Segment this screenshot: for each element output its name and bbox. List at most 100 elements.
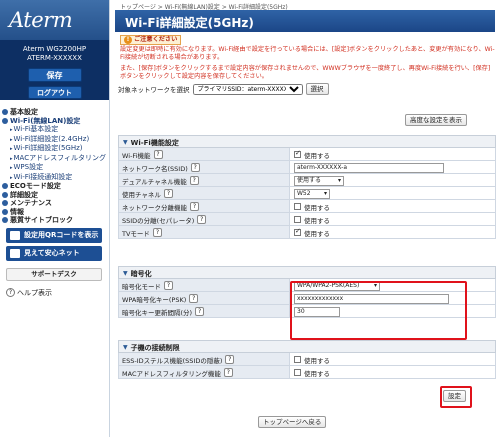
help-link[interactable]: ? ヘルプ表示 bbox=[6, 288, 109, 298]
collapse-icon: ▼ bbox=[123, 139, 128, 146]
advanced-settings-button[interactable]: 高度な設定を表示 bbox=[405, 114, 467, 126]
device-info: Aterm WG2200HP ATERM-XXXXXX 保存 ログアウト bbox=[0, 40, 109, 100]
support-desk-button[interactable]: サポートデスク bbox=[6, 267, 102, 281]
checkbox[interactable] bbox=[294, 356, 301, 363]
row-label: WPA暗号化キー(PSK)? bbox=[118, 292, 290, 304]
row-label: ネットワーク分離機能? bbox=[118, 200, 290, 212]
sidebar-item-6[interactable]: WPS設定 bbox=[2, 163, 109, 173]
logout-button[interactable]: ログアウト bbox=[27, 86, 82, 99]
help-icon[interactable]: ? bbox=[189, 294, 199, 303]
help-icon[interactable]: ? bbox=[153, 150, 163, 159]
sidebar-item-8[interactable]: ECOモード設定 bbox=[2, 182, 109, 191]
row-label-text: TVモード bbox=[122, 230, 150, 238]
checkbox[interactable] bbox=[294, 203, 301, 210]
row-label-text: 使用チャネル bbox=[122, 191, 161, 199]
row-label: デュアルチャネル機能? bbox=[118, 174, 290, 186]
help-icon[interactable]: ? bbox=[195, 307, 205, 316]
row-label-text: デュアルチャネル機能 bbox=[122, 178, 187, 186]
sidebar-item-5[interactable]: MACアドレスフィルタリング bbox=[2, 154, 109, 164]
breadcrumb: トップページ > Wi-Fi(無線LAN)設定 > Wi-Fi詳細設定(5GHz… bbox=[120, 4, 288, 11]
sidebar-nav: 基本設定Wi-Fi(無線LAN)設定Wi-Fi基本設定 Wi-Fi詳細設定(2.4… bbox=[0, 100, 109, 225]
wifi_section-row: ネットワーク名(SSID)? aterm-XXXXXX-a bbox=[118, 161, 496, 174]
child_section-row: MACアドレスフィルタリング機能? 使用する bbox=[118, 366, 496, 379]
notice-heading-text: ご注意ください bbox=[134, 36, 178, 43]
row-label: 使用チャネル? bbox=[118, 187, 290, 199]
sidebar-item-label: Wi-Fi接続通知設定 bbox=[10, 173, 72, 181]
notice-box: ! ご注意ください 設定変更は即時に有効になります。Wi-Fi経由で設定を行ってい… bbox=[116, 35, 496, 81]
row-label: 暗号化キー更新間隔(分)? bbox=[118, 305, 290, 317]
bullet-icon bbox=[2, 117, 8, 124]
help-icon[interactable]: ? bbox=[164, 281, 173, 290]
wifi_section-row: Wi-Fi機能? 使用する bbox=[118, 148, 496, 161]
sidebar-item-label: 基本設定 bbox=[10, 108, 38, 116]
sidebar-item-3[interactable]: Wi-Fi詳細設定(2.4GHz) bbox=[2, 135, 109, 145]
sidebar-item-label: 詳細設定 bbox=[10, 190, 38, 199]
sidebar: Aterm Aterm WG2200HP ATERM-XXXXXX 保存 ログア… bbox=[0, 0, 110, 437]
row-label: MACアドレスフィルタリング機能? bbox=[118, 366, 290, 378]
row-value: 使用する bbox=[290, 366, 496, 378]
qr-code-button-label: 設定用QRコードを表示 bbox=[24, 231, 99, 239]
target-network-select[interactable]: プライマリSSID：aterm-XXXXXX-a bbox=[192, 83, 303, 95]
checkbox[interactable] bbox=[294, 369, 301, 376]
qr-code-button[interactable]: 設定用QRコードを表示 bbox=[6, 227, 102, 243]
select-field[interactable]: W52 ▾ bbox=[294, 188, 330, 199]
row-label-text: 暗号化キー更新間隔(分) bbox=[122, 309, 193, 317]
sidebar-item-1[interactable]: Wi-Fi(無線LAN)設定 bbox=[2, 117, 109, 126]
aterm-logo: Aterm bbox=[0, 0, 109, 40]
wifi_section-row: 使用チャネル? W52 ▾ bbox=[118, 187, 496, 200]
sidebar-item-label: MACアドレスフィルタリング bbox=[10, 154, 106, 162]
sidebar-save-button[interactable]: 保存 bbox=[27, 68, 82, 82]
child-section: ▼ 子機の接続制限 ESS-IDステルス機能(SSIDの隠蔽)? 使用する MACアド… bbox=[118, 340, 496, 379]
help-link-label: ヘルプ表示 bbox=[17, 288, 52, 297]
checkbox[interactable] bbox=[294, 227, 301, 236]
sidebar-item-label: ECOモード設定 bbox=[10, 182, 61, 190]
notice-line-1: 設定変更は即時に有効になります。Wi-Fi経由で設定を行っている場合には、[設定… bbox=[120, 46, 495, 61]
checkbox-label: 使用する bbox=[304, 151, 330, 160]
sidebar-item-label: Wi-Fi詳細設定(2.4GHz) bbox=[10, 135, 89, 143]
sidebar-item-0[interactable]: 基本設定 bbox=[2, 108, 109, 117]
page-title: Wi-Fi詳細設定(5GHz) bbox=[115, 10, 495, 32]
child-section-title: 子機の接続制限 bbox=[130, 343, 180, 352]
sidebar-item-2[interactable]: Wi-Fi基本設定 bbox=[2, 125, 109, 135]
row-value: W52 ▾ bbox=[290, 187, 496, 199]
help-icon[interactable]: ? bbox=[190, 163, 200, 172]
help-icon[interactable]: ? bbox=[223, 368, 233, 377]
checkbox[interactable] bbox=[294, 149, 301, 158]
select-network-button[interactable]: 選択 bbox=[305, 83, 329, 95]
row-label-text: 暗号化モード bbox=[122, 283, 161, 291]
help-icon[interactable]: ? bbox=[152, 228, 162, 237]
qr-icon bbox=[10, 230, 20, 240]
sidebar-item-9[interactable]: 詳細設定 bbox=[2, 191, 109, 200]
back-to-top-button[interactable]: トップページへ戻る bbox=[258, 416, 327, 428]
help-icon[interactable]: ? bbox=[189, 176, 199, 185]
sidebar-item-label: メンテナンス bbox=[10, 199, 52, 207]
help-icon[interactable]: ? bbox=[190, 202, 199, 211]
row-value: 使用する bbox=[290, 148, 496, 160]
sidebar-item-7[interactable]: Wi-Fi接続通知設定 bbox=[2, 173, 109, 183]
row-label-text: ネットワーク名(SSID) bbox=[122, 165, 188, 173]
child_section-row: ESS-IDステルス機能(SSIDの隠蔽)? 使用する bbox=[118, 353, 496, 366]
select-value: W52 bbox=[297, 189, 311, 197]
checkbox[interactable] bbox=[294, 216, 301, 223]
help-icon[interactable]: ? bbox=[225, 355, 235, 364]
anshin-net-button[interactable]: 見えて安心ネット bbox=[6, 245, 102, 261]
wifi-section-header: ▼ Wi-Fi機能設定 bbox=[118, 135, 496, 148]
sidebar-item-10[interactable]: メンテナンス bbox=[2, 199, 109, 208]
row-label-text: Wi-Fi機能 bbox=[122, 152, 151, 160]
target-network-label: 対象ネットワークを選択 bbox=[118, 86, 190, 94]
anshin-net-label: 見えて安心ネット bbox=[24, 249, 80, 257]
text-field[interactable]: aterm-XXXXXX-a bbox=[294, 162, 444, 173]
select-field[interactable]: 使用する ▾ bbox=[294, 175, 344, 186]
sidebar-item-11[interactable]: 情報 bbox=[2, 208, 109, 217]
sidebar-item-label: Wi-Fi基本設定 bbox=[10, 125, 58, 133]
notice-line-2: また、[保存]ボタンをクリックするまで設定内容が保存されませんので、WWWブラウ… bbox=[120, 65, 491, 80]
help-icon[interactable]: ? bbox=[163, 189, 173, 198]
sidebar-item-4[interactable]: Wi-Fi詳細設定(5GHz) bbox=[2, 144, 109, 154]
checkbox-label: 使用する bbox=[304, 216, 330, 225]
eye-icon bbox=[10, 248, 20, 258]
wifi_section-row: TVモード? 使用する bbox=[118, 226, 496, 239]
help-icon[interactable]: ? bbox=[197, 215, 207, 224]
row-label: 暗号化モード? bbox=[118, 279, 290, 291]
notice-heading: ! ご注意ください bbox=[120, 35, 182, 45]
sidebar-item-12[interactable]: 悪質サイトブロック bbox=[2, 216, 109, 225]
